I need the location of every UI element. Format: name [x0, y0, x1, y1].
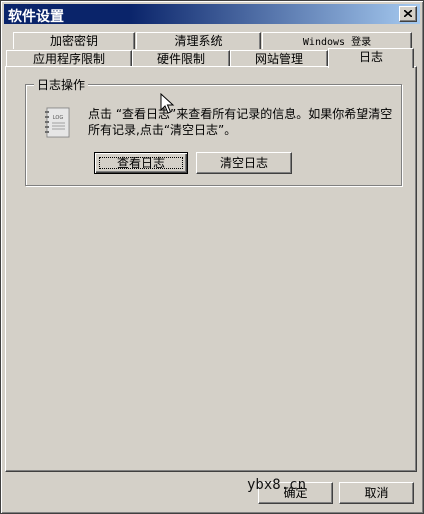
window-title: 软件设置 [8, 9, 64, 25]
focus-indicator [99, 157, 183, 169]
tab-hardware-restrictions[interactable]: 硬件限制 [132, 50, 230, 67]
button-label: 取消 [364, 486, 389, 500]
tab-clean-system[interactable]: 清理系统 [136, 32, 261, 49]
tab-label: Windows 登录 [302, 37, 372, 48]
tab-label: 加密密钥 [49, 34, 98, 48]
title-bar: 软件设置 [4, 4, 420, 25]
view-log-button[interactable]: 查看日志 [94, 152, 188, 174]
tab-windows-login[interactable]: Windows 登录 [262, 32, 412, 49]
tab-label: 清理系统 [174, 34, 223, 48]
tab-log[interactable]: 日志 [328, 48, 414, 68]
tab-website-management[interactable]: 网站管理 [230, 50, 328, 67]
group-title: 日志操作 [34, 76, 89, 93]
close-icon [404, 10, 412, 17]
log-file-icon: LOG [45, 107, 70, 138]
mouse-cursor-icon [160, 93, 175, 114]
clear-log-button[interactable]: 清空日志 [196, 152, 292, 174]
log-description: 点击 “查看日志”来查看所有记录的信息。如果你希望清空所有记录,点击“清空日志”… [88, 107, 393, 137]
close-button[interactable] [399, 6, 417, 22]
button-label: 清空日志 [219, 156, 268, 170]
tab-panel-log: 日志操作 LOG 点击 “查看日志”来查看所有记录的信息。如果你希望清空所有记录… [5, 66, 417, 472]
log-operations-group: 日志操作 LOG 点击 “查看日志”来查看所有记录的信息。如果你希望清空所有记录… [25, 76, 402, 186]
tab-label: 日志 [358, 50, 383, 64]
tab-label: 网站管理 [254, 52, 303, 66]
watermark-text: ybx8.cn [247, 477, 307, 493]
tab-app-restrictions[interactable]: 应用程序限制 [6, 50, 132, 67]
icon-text: LOG [53, 115, 64, 121]
tab-label: 应用程序限制 [32, 52, 105, 66]
cancel-button[interactable]: 取消 [339, 482, 414, 504]
tab-encryption-key[interactable]: 加密密钥 [13, 32, 135, 49]
tab-label: 硬件限制 [156, 52, 205, 66]
